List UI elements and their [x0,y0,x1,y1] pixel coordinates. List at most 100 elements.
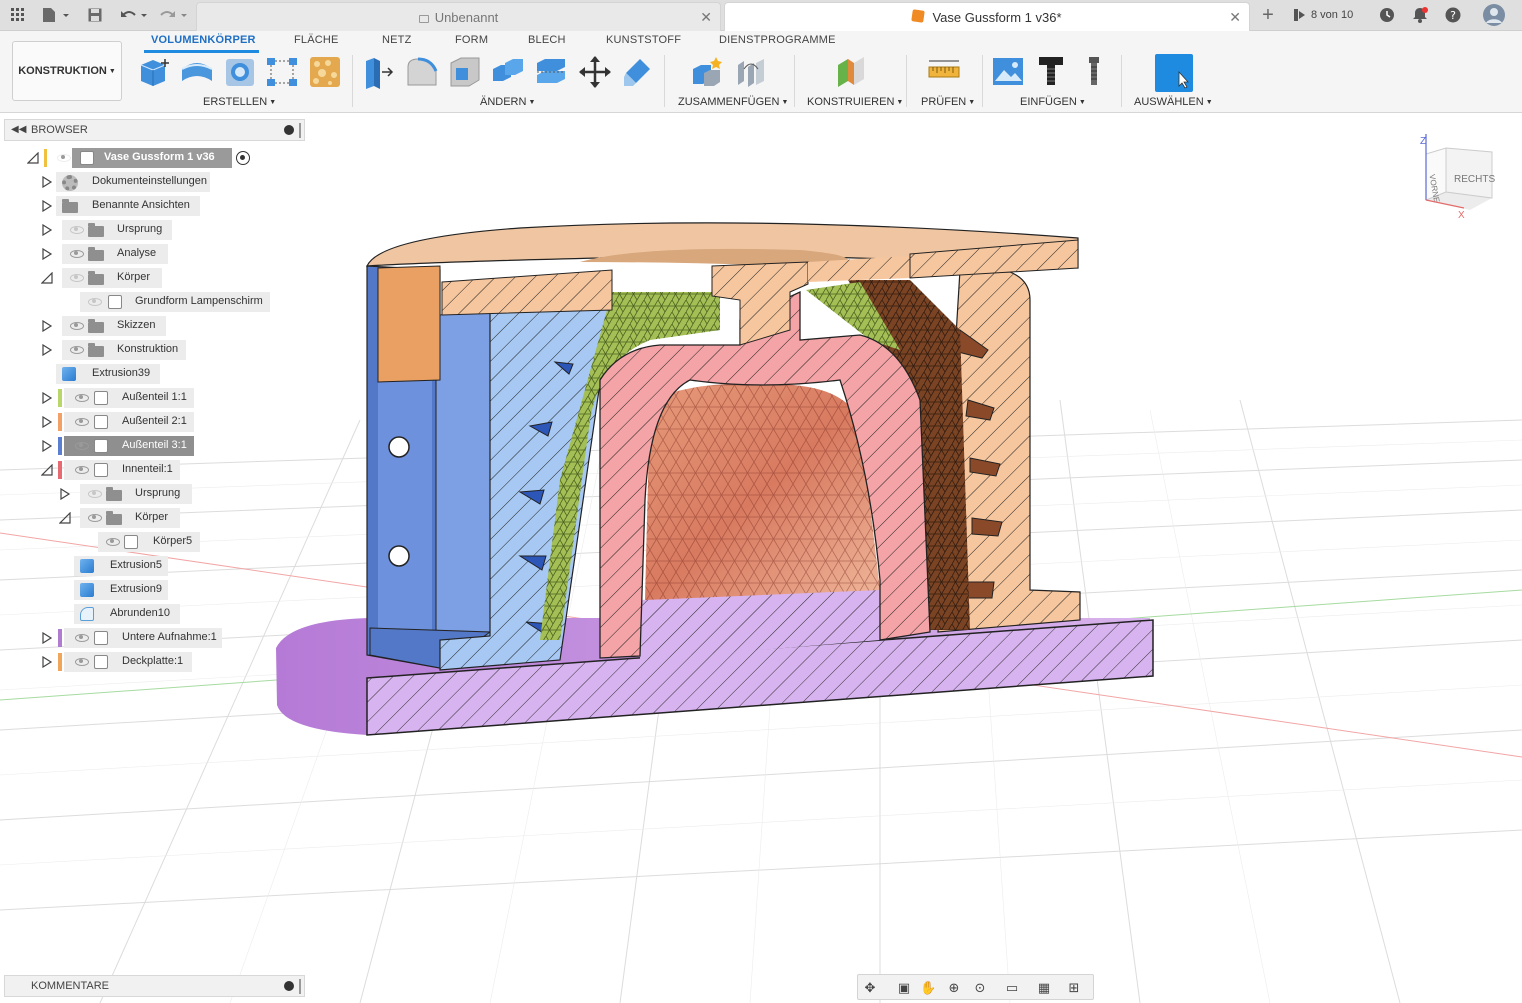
help-icon[interactable]: ? [1444,5,1462,25]
measure-icon[interactable] [927,55,961,89]
group-einfuegen[interactable]: EINFÜGEN ▼ [1020,96,1086,108]
close-tab-icon[interactable]: ✕ [700,9,712,26]
tree-deckplatte[interactable]: Deckplatte:1 [0,652,300,672]
user-avatar[interactable] [1482,4,1506,26]
panel-resize-handle[interactable] [299,123,301,138]
group-konstruieren[interactable]: KONSTRUIEREN ▼ [807,96,903,108]
tree-innenteil-ursprung[interactable]: Ursprung [0,484,300,504]
new-component-icon[interactable] [137,55,171,89]
expand-closed-icon[interactable] [41,175,53,189]
tree-ursprung[interactable]: Ursprung [0,220,300,240]
expand-closed-icon[interactable] [41,391,53,405]
undo-icon[interactable] [118,5,150,25]
new-tab-icon[interactable]: + [1256,4,1280,26]
visibility-eye-icon[interactable] [57,154,71,162]
fit-zoom-icon[interactable]: ⊙ [972,980,988,996]
visibility-eye-icon[interactable] [75,394,89,402]
move-icon[interactable] [578,55,612,89]
tree-extrusion9[interactable]: Extrusion9 [0,580,300,600]
new-joint-icon[interactable] [690,55,724,89]
clock-icon[interactable] [1378,5,1396,25]
tree-innenteil[interactable]: Innenteil:1 [0,460,300,480]
tree-aussenteil-2[interactable]: Außenteil 2:1 [0,412,300,432]
redo-icon[interactable] [158,5,190,25]
viewcube-right-label[interactable]: RECHTS [1454,174,1495,185]
tree-aussenteil-3[interactable]: Außenteil 3:1 [0,436,300,456]
job-status[interactable]: 8 von 10 [1293,5,1363,25]
combine-icon[interactable] [491,55,525,89]
visibility-eye-icon[interactable] [70,322,84,330]
insert-mcmaster-icon[interactable] [1034,55,1068,89]
tab-dienstprogramme[interactable]: DIENSTPROGRAMME [719,34,836,46]
tree-root[interactable]: Vase Gussform 1 v36 [0,148,300,168]
activate-component-icon[interactable] [236,151,250,165]
tab-flaeche[interactable]: FLÄCHE [294,34,339,46]
expand-closed-icon[interactable] [41,343,53,357]
tree-konstruktion[interactable]: Konstruktion [0,340,300,360]
group-auswaehlen[interactable]: AUSWÄHLEN ▼ [1134,96,1213,108]
expand-closed-icon[interactable] [59,487,71,501]
tree-extrusion39[interactable]: Extrusion39 [0,364,300,384]
form-texture-icon[interactable] [308,55,342,89]
collapse-panel-icon[interactable]: ◀◀ [11,124,26,135]
app-grid-icon[interactable] [8,5,28,25]
insert-canvas-icon[interactable] [991,55,1025,89]
split-body-icon[interactable] [534,55,568,89]
panel-minimize-icon[interactable] [284,125,294,135]
orbit-icon[interactable]: ✥ [862,980,878,996]
file-menu-icon[interactable] [40,5,72,25]
view-cube[interactable]: VORNE RECHTS Z X [1418,134,1508,224]
extrude-icon[interactable] [180,55,214,89]
shell-icon[interactable] [448,55,482,89]
visibility-eye-icon[interactable] [75,442,89,450]
visibility-off-icon[interactable] [88,298,102,306]
expand-closed-icon[interactable] [41,439,53,453]
as-built-joint-icon[interactable] [734,55,768,89]
tab-unbenannt[interactable]: Unbenannt ✕ [196,2,721,31]
visibility-eye-icon[interactable] [75,466,89,474]
pattern-icon[interactable] [265,55,299,89]
visibility-eye-icon[interactable] [75,418,89,426]
tree-abrunden10[interactable]: Abrunden10 [0,604,300,624]
tab-netz[interactable]: NETZ [382,34,412,46]
group-erstellen[interactable]: ERSTELLEN ▼ [203,96,276,108]
visibility-eye-icon[interactable] [70,250,84,258]
visibility-off-icon[interactable] [88,490,102,498]
tree-analyse[interactable]: Analyse [0,244,300,264]
visibility-eye-icon[interactable] [70,346,84,354]
group-pruefen[interactable]: PRÜFEN ▼ [921,96,975,108]
tree-koerper5[interactable]: Körper5 [0,532,300,552]
expand-open-icon[interactable] [58,511,71,524]
grid-settings-icon[interactable]: ▦ [1036,980,1052,996]
tree-grundform-lampenschirm[interactable]: Grundform Lampenschirm [0,292,300,312]
expand-closed-icon[interactable] [41,199,53,213]
save-icon[interactable] [86,5,104,25]
workspace-switcher[interactable]: KONSTRUKTION ▼ [12,41,122,101]
insert-fastener-icon[interactable] [1077,55,1111,89]
fillet-icon[interactable] [405,55,439,89]
tree-extrusion5[interactable]: Extrusion5 [0,556,300,576]
expand-closed-icon[interactable] [41,655,53,669]
visibility-eye-icon[interactable] [75,658,89,666]
offset-plane-icon[interactable] [834,55,868,89]
tab-blech[interactable]: BLECH [528,34,566,46]
tab-kunststoff[interactable]: KUNSTSTOFF [606,34,681,46]
tree-skizzen[interactable]: Skizzen [0,316,300,336]
display-settings-icon[interactable]: ▭ [1004,980,1020,996]
revolve-icon[interactable] [223,55,257,89]
pan-hand-icon[interactable]: ✋ [920,980,936,996]
visibility-eye-icon[interactable] [88,514,102,522]
zoom-icon[interactable]: ⊕ [946,980,962,996]
expand-closed-icon[interactable] [41,247,53,261]
tree-aussenteil-1[interactable]: Außenteil 1:1 [0,388,300,408]
tab-form[interactable]: FORM [455,34,488,46]
tree-benannte-ansichten[interactable]: Benannte Ansichten [0,196,300,216]
press-pull-icon[interactable] [362,55,396,89]
tree-innenteil-koerper[interactable]: Körper [0,508,300,528]
tree-koerper[interactable]: Körper [0,268,300,288]
expand-open-icon[interactable] [40,463,53,476]
close-tab-icon[interactable]: ✕ [1229,9,1241,26]
expand-closed-icon[interactable] [41,319,53,333]
panel-resize-handle[interactable] [299,979,301,994]
viewports-icon[interactable]: ⊞ [1066,980,1082,996]
